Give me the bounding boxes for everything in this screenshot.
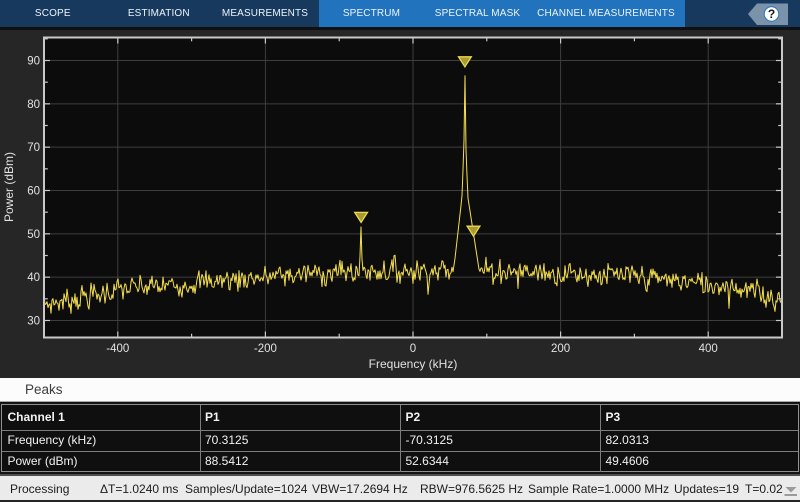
svg-text:90: 90 [27,56,40,68]
svg-text:-400: -400 [106,343,129,355]
svg-text:0: 0 [410,343,416,355]
svg-text:30: 30 [27,316,40,328]
svg-text:70: 70 [27,142,40,154]
svg-text:50: 50 [27,229,40,241]
svg-text:?: ? [768,7,775,21]
svg-text:400: 400 [699,343,718,355]
svg-text:Frequency (kHz): Frequency (kHz) [369,357,458,371]
svg-text:40: 40 [27,272,40,284]
svg-text:Power (dBm): Power (dBm) [2,152,16,222]
svg-text:200: 200 [551,343,570,355]
svg-text:-200: -200 [254,343,277,355]
svg-text:80: 80 [27,99,40,111]
svg-text:60: 60 [27,186,40,198]
